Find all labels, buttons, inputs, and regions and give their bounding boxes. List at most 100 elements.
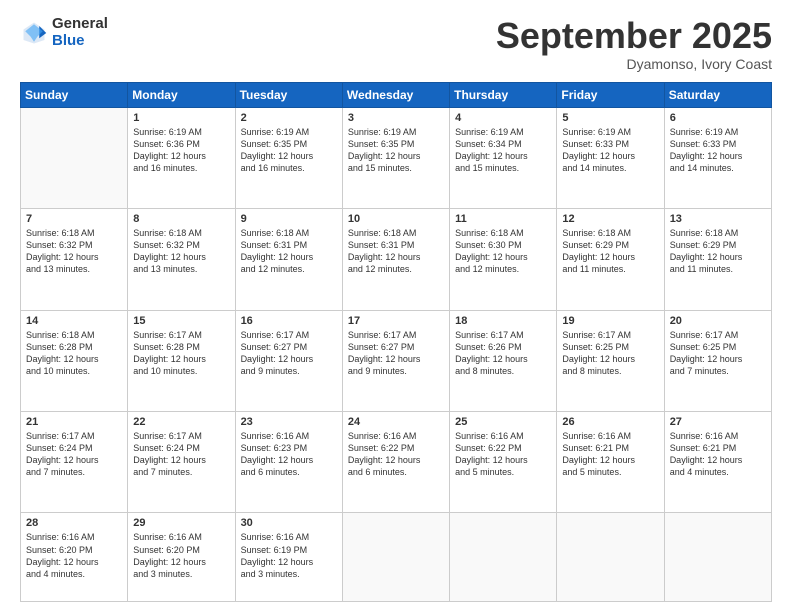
sunset-text: Sunset: 6:22 PM — [348, 443, 415, 453]
daylight-text: Daylight: 12 hours — [455, 151, 528, 161]
daylight-text: Daylight: 12 hours — [348, 252, 421, 262]
day-number: 22 — [133, 416, 229, 428]
table-row: 23Sunrise: 6:16 AMSunset: 6:23 PMDayligh… — [235, 411, 342, 512]
day-number: 24 — [348, 416, 444, 428]
day-info: Sunrise: 6:16 AMSunset: 6:22 PMDaylight:… — [455, 430, 551, 479]
sunrise-text: Sunrise: 6:17 AM — [133, 330, 202, 340]
sunset-text: Sunset: 6:35 PM — [241, 139, 308, 149]
daylight-text: Daylight: 12 hours — [133, 557, 206, 567]
sunrise-text: Sunrise: 6:18 AM — [348, 228, 417, 238]
logo-icon — [20, 19, 48, 47]
daylight-cont: and 8 minutes. — [562, 366, 621, 376]
daylight-cont: and 8 minutes. — [455, 366, 514, 376]
table-row: 7Sunrise: 6:18 AMSunset: 6:32 PMDaylight… — [21, 209, 128, 310]
daylight-cont: and 14 minutes. — [670, 163, 734, 173]
title-block: September 2025 Dyamonso, Ivory Coast — [496, 16, 772, 72]
day-number: 28 — [26, 517, 122, 529]
daylight-cont: and 3 minutes. — [133, 569, 192, 579]
daylight-text: Daylight: 12 hours — [562, 455, 635, 465]
table-row: 12Sunrise: 6:18 AMSunset: 6:29 PMDayligh… — [557, 209, 664, 310]
daylight-cont: and 13 minutes. — [26, 264, 90, 274]
sunset-text: Sunset: 6:29 PM — [670, 240, 737, 250]
daylight-cont: and 12 minutes. — [455, 264, 519, 274]
daylight-cont: and 6 minutes. — [348, 467, 407, 477]
sunrise-text: Sunrise: 6:17 AM — [133, 431, 202, 441]
table-row: 16Sunrise: 6:17 AMSunset: 6:27 PMDayligh… — [235, 310, 342, 411]
sunset-text: Sunset: 6:35 PM — [348, 139, 415, 149]
table-row: 27Sunrise: 6:16 AMSunset: 6:21 PMDayligh… — [664, 411, 771, 512]
sunset-text: Sunset: 6:36 PM — [133, 139, 200, 149]
daylight-text: Daylight: 12 hours — [241, 557, 314, 567]
sunrise-text: Sunrise: 6:19 AM — [241, 127, 310, 137]
day-number: 2 — [241, 112, 337, 124]
daylight-cont: and 10 minutes. — [133, 366, 197, 376]
daylight-text: Daylight: 12 hours — [348, 151, 421, 161]
day-number: 17 — [348, 315, 444, 327]
day-info: Sunrise: 6:17 AMSunset: 6:27 PMDaylight:… — [241, 329, 337, 378]
day-number: 3 — [348, 112, 444, 124]
day-number: 10 — [348, 213, 444, 225]
daylight-text: Daylight: 12 hours — [133, 455, 206, 465]
daylight-cont: and 6 minutes. — [241, 467, 300, 477]
daylight-text: Daylight: 12 hours — [562, 354, 635, 364]
sunset-text: Sunset: 6:21 PM — [562, 443, 629, 453]
table-row: 26Sunrise: 6:16 AMSunset: 6:21 PMDayligh… — [557, 411, 664, 512]
day-info: Sunrise: 6:18 AMSunset: 6:32 PMDaylight:… — [26, 227, 122, 276]
table-row — [664, 513, 771, 602]
logo: General Blue — [20, 16, 108, 49]
daylight-text: Daylight: 12 hours — [241, 354, 314, 364]
sunrise-text: Sunrise: 6:18 AM — [26, 228, 95, 238]
day-info: Sunrise: 6:19 AMSunset: 6:35 PMDaylight:… — [241, 126, 337, 175]
day-info: Sunrise: 6:17 AM Sunset: 6:27 PM Daylight:… — [348, 329, 444, 378]
sunrise-text: Sunrise: 6:18 AM — [670, 228, 739, 238]
day-number: 23 — [241, 416, 337, 428]
day-info: Sunrise: 6:17 AMSunset: 6:26 PMDaylight:… — [455, 329, 551, 378]
day-number: 1 — [133, 112, 229, 124]
sunrise-text: Sunrise: 6:19 AM — [133, 127, 202, 137]
sunset-text: Sunset: 6:25 PM — [670, 342, 737, 352]
daylight-text: Daylight: 12 hours — [241, 455, 314, 465]
daylight-text: Daylight: 12 hours — [348, 354, 421, 364]
daylight-text: Daylight: 12 hours — [26, 252, 99, 262]
table-row: 24Sunrise: 6:16 AMSunset: 6:22 PMDayligh… — [342, 411, 449, 512]
daylight-cont: and 16 minutes. — [241, 163, 305, 173]
sunrise-text: Sunrise: 6:16 AM — [241, 532, 310, 542]
table-row: 3 Sunrise: 6:19 AM Sunset: 6:35 PM Daylight… — [342, 107, 449, 208]
logo-blue-text: Blue — [52, 33, 108, 50]
day-number: 27 — [670, 416, 766, 428]
sunset-text: Sunset: 6:29 PM — [562, 240, 629, 250]
table-row: 29Sunrise: 6:16 AMSunset: 6:20 PMDayligh… — [128, 513, 235, 602]
sunset-text: Sunset: 6:30 PM — [455, 240, 522, 250]
calendar-week-0: 1 Sunrise: 6:19 AM Sunset: 6:36 PM Daylight… — [21, 107, 772, 208]
sunrise-text: Sunrise: 6:17 AM — [348, 330, 417, 340]
daylight-cont: and 9 minutes. — [348, 366, 407, 376]
sunrise-text: Sunrise: 6:18 AM — [562, 228, 631, 238]
day-info: Sunrise: 6:18 AMSunset: 6:29 PMDaylight:… — [670, 227, 766, 276]
sunrise-text: Sunrise: 6:19 AM — [455, 127, 524, 137]
daylight-cont: and 7 minutes. — [26, 467, 85, 477]
daylight-cont: and 3 minutes. — [241, 569, 300, 579]
day-info: Sunrise: 6:18 AMSunset: 6:30 PMDaylight:… — [455, 227, 551, 276]
calendar-table: Sunday Monday Tuesday Wednesday Thursday… — [20, 82, 772, 602]
day-info: Sunrise: 6:19 AMSunset: 6:33 PMDaylight:… — [562, 126, 658, 175]
day-number: 11 — [455, 213, 551, 225]
logo-text: General Blue — [52, 16, 108, 49]
table-row — [557, 513, 664, 602]
sunrise-text: Sunrise: 6:19 AM — [348, 127, 417, 137]
daylight-cont: and 4 minutes. — [670, 467, 729, 477]
sunset-text: Sunset: 6:27 PM — [348, 342, 415, 352]
day-info: Sunrise: 6:19 AMSunset: 6:36 PMDaylight:… — [133, 126, 229, 175]
day-number: 29 — [133, 517, 229, 529]
sunset-text: Sunset: 6:33 PM — [670, 139, 737, 149]
sunset-text: Sunset: 6:20 PM — [133, 545, 200, 555]
sunrise-text: Sunrise: 6:17 AM — [562, 330, 631, 340]
table-row — [21, 107, 128, 208]
header: General Blue September 2025 Dyamonso, Iv… — [20, 16, 772, 72]
daylight-cont: and 9 minutes. — [241, 366, 300, 376]
daylight-cont: and 16 minutes. — [133, 163, 197, 173]
day-number: 6 — [670, 112, 766, 124]
table-row: 8Sunrise: 6:18 AMSunset: 6:32 PMDaylight… — [128, 209, 235, 310]
table-row: 10Sunrise: 6:18 AMSunset: 6:31 PMDayligh… — [342, 209, 449, 310]
day-info: Sunrise: 6:16 AMSunset: 6:20 PMDaylight:… — [26, 531, 122, 580]
day-number: 5 — [562, 112, 658, 124]
